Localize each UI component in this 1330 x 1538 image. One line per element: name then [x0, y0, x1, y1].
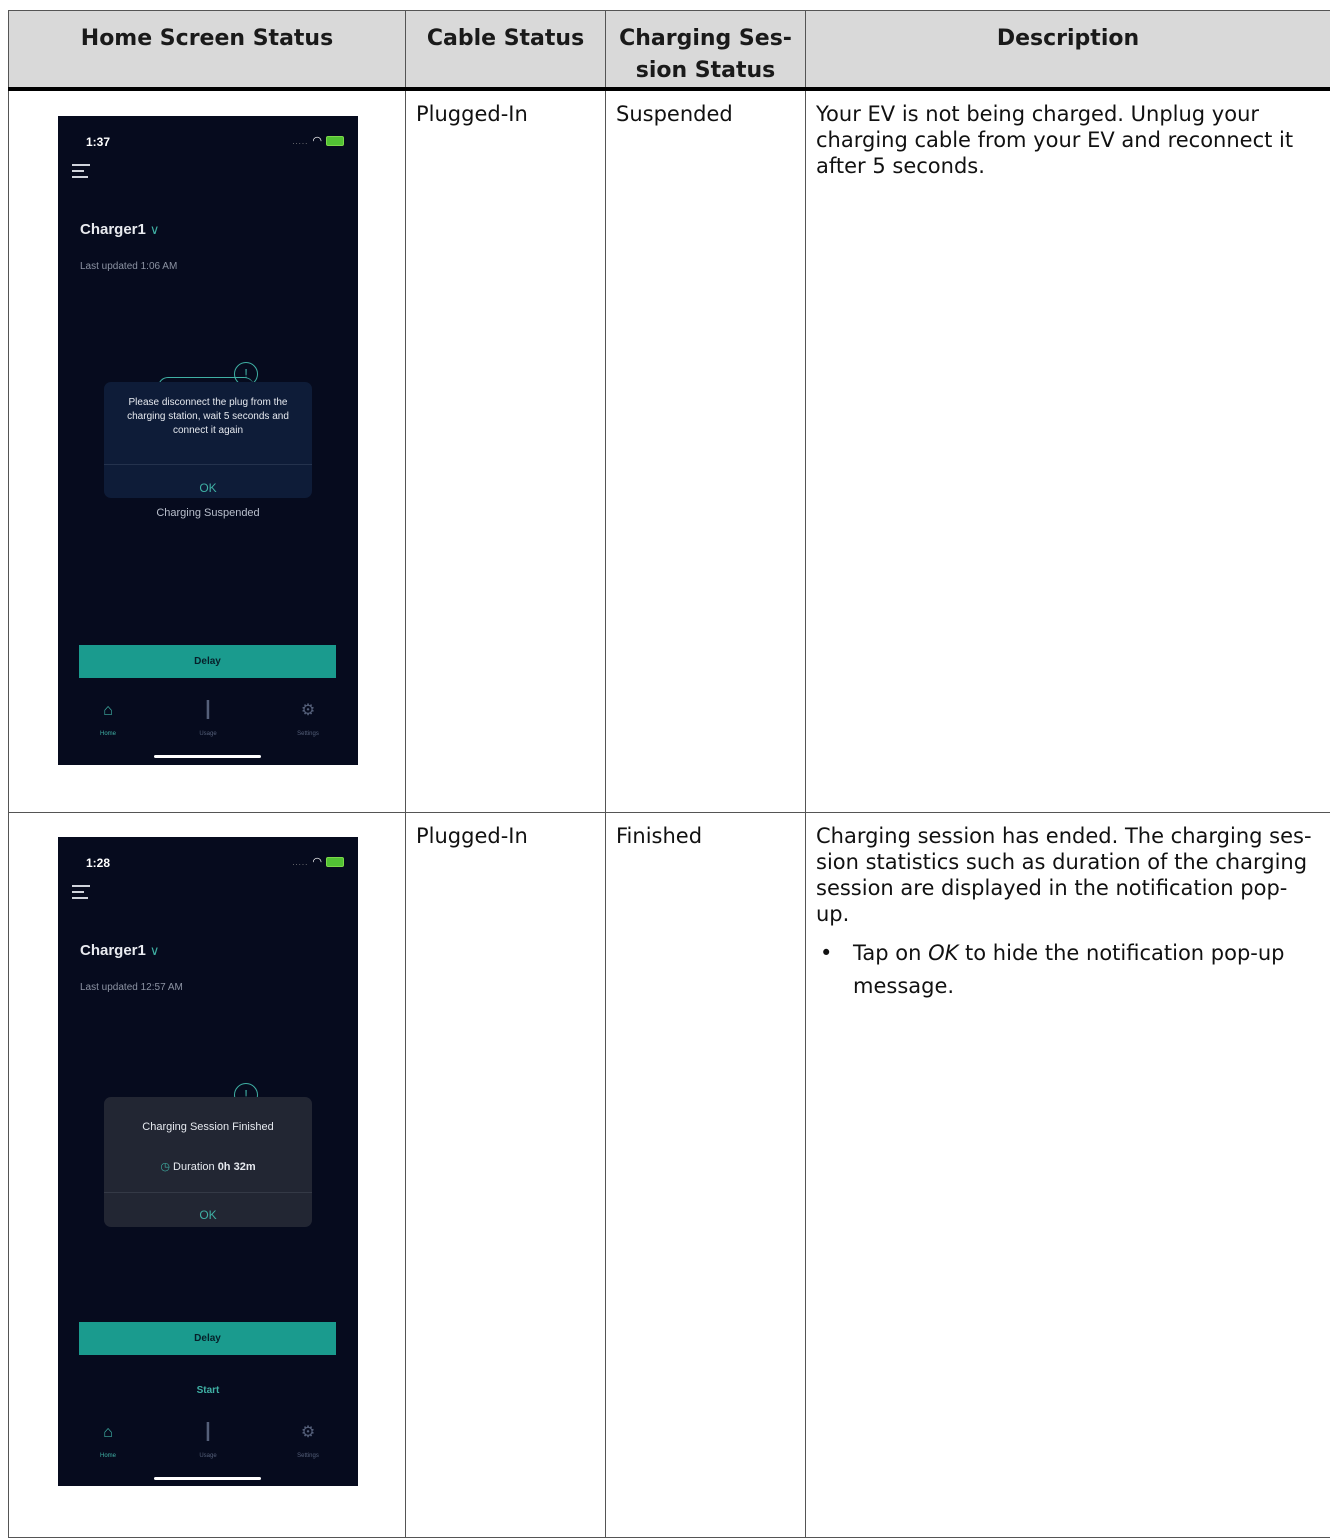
nav-usage[interactable]: ┃ Usage	[178, 701, 238, 747]
session-status-cell: Suspended	[606, 89, 806, 813]
home-icon: ⌂	[78, 701, 138, 721]
menu-icon[interactable]	[72, 164, 90, 182]
nav-settings-label: Settings	[297, 731, 319, 737]
dialog-message: Please disconnect the plug from the char…	[104, 382, 312, 438]
signal-dots: .....	[292, 858, 308, 867]
settings-icon: ⚙	[278, 1423, 338, 1443]
wifi-icon: ◠	[312, 856, 323, 868]
session-status-cell: Finished	[606, 813, 806, 1538]
description-bullets: Tap on OK to hide the notification pop-u…	[816, 937, 1320, 1003]
home-icon: ⌂	[78, 1423, 138, 1443]
menu-icon[interactable]	[72, 885, 90, 903]
nav-usage[interactable]: ┃ Usage	[178, 1423, 238, 1469]
bullet-prefix: Tap on	[853, 941, 928, 965]
session-finished-dialog: Charging Session Finished ◷ Duration 0h …	[104, 1097, 312, 1227]
nav-home[interactable]: ⌂ Home	[78, 701, 138, 747]
signal-dots: .....	[292, 137, 308, 146]
description-cell: Charging session has ended. The charging…	[806, 813, 1330, 1538]
table-header-row: Home Screen Status Cable Status Charging…	[9, 11, 1330, 90]
delay-button[interactable]: Delay	[79, 645, 336, 678]
table-row: 1:37 ..... ◠ Charger1 ∨ Last updated 1:06…	[9, 89, 1330, 813]
nav-home-label: Home	[100, 731, 116, 737]
chevron-down-icon: ∨	[150, 222, 160, 237]
wifi-icon: ◠	[312, 135, 323, 147]
nav-usage-label: Usage	[199, 1453, 216, 1459]
status-time: 1:37	[86, 129, 110, 155]
charging-status-text: Charging Suspended	[58, 500, 358, 526]
header-charging-session-status: Charging Ses- sion Status	[606, 11, 806, 90]
home-indicator	[154, 1477, 261, 1480]
header-cable-status: Cable Status	[406, 11, 606, 90]
usage-icon: ┃	[178, 1423, 238, 1443]
status-time: 1:28	[86, 850, 110, 876]
description-cell: Your EV is not being charged. Unplug you…	[806, 89, 1330, 813]
last-updated: Last updated 12:57 AM	[80, 975, 183, 1001]
nav-settings[interactable]: ⚙ Settings	[278, 1423, 338, 1469]
description-bullet: Tap on OK to hide the notification pop-u…	[816, 937, 1320, 1003]
dialog-title: Charging Session Finished	[104, 1097, 312, 1140]
duration-row: ◷ Duration 0h 32m	[104, 1154, 312, 1180]
description-text: Charging session has ended. The charging…	[816, 823, 1320, 927]
home-screen-cell: 1:37 ..... ◠ Charger1 ∨ Last updated 1:06…	[9, 89, 406, 813]
table-row: 1:28 ..... ◠ Charger1 ∨ Last updated 12:5…	[9, 813, 1330, 1538]
home-indicator	[154, 755, 261, 758]
usage-icon: ┃	[178, 701, 238, 721]
battery-icon	[326, 136, 344, 146]
chevron-down-icon: ∨	[150, 943, 160, 958]
clock-icon: ◷	[160, 1161, 170, 1173]
status-bar: ..... ◠	[292, 849, 344, 876]
dialog-divider	[104, 464, 312, 465]
nav-usage-label: Usage	[199, 731, 216, 737]
settings-icon: ⚙	[278, 701, 338, 721]
home-screen-cell: 1:28 ..... ◠ Charger1 ∨ Last updated 12:5…	[9, 813, 406, 1538]
duration-value: 0h 32m	[218, 1161, 256, 1173]
nav-settings[interactable]: ⚙ Settings	[278, 701, 338, 747]
nav-home-label: Home	[100, 1453, 116, 1459]
disconnect-dialog: Please disconnect the plug from the char…	[104, 382, 312, 498]
header-home-screen-status: Home Screen Status	[9, 11, 406, 90]
delay-button[interactable]: Delay	[79, 1322, 336, 1355]
charger-name: Charger1	[80, 942, 146, 959]
status-table: Home Screen Status Cable Status Charging…	[8, 10, 1330, 1538]
last-updated: Last updated 1:06 AM	[80, 254, 177, 280]
dialog-ok-button[interactable]: OK	[104, 1202, 312, 1228]
header-charging-session-status-text: Charging Ses- sion Status	[619, 26, 792, 83]
nav-settings-label: Settings	[297, 1453, 319, 1459]
status-bar: ..... ◠	[292, 128, 344, 155]
duration-label: Duration	[173, 1161, 215, 1173]
cable-status-cell: Plugged-In	[406, 89, 606, 813]
header-description: Description	[806, 11, 1330, 90]
phone-screenshot-suspended: 1:37 ..... ◠ Charger1 ∨ Last updated 1:06…	[58, 116, 358, 765]
battery-icon	[326, 857, 344, 867]
bullet-ok-emphasis: OK	[928, 941, 958, 965]
charger-selector[interactable]: Charger1 ∨	[80, 217, 159, 243]
dialog-divider	[104, 1192, 312, 1193]
start-button[interactable]: Start	[58, 1378, 358, 1404]
nav-home[interactable]: ⌂ Home	[78, 1423, 138, 1469]
cable-status-cell: Plugged-In	[406, 813, 606, 1538]
dialog-ok-button[interactable]: OK	[104, 475, 312, 501]
phone-screenshot-finished: 1:28 ..... ◠ Charger1 ∨ Last updated 12:5…	[58, 837, 358, 1486]
charger-selector[interactable]: Charger1 ∨	[80, 938, 159, 964]
charger-name: Charger1	[80, 221, 146, 238]
